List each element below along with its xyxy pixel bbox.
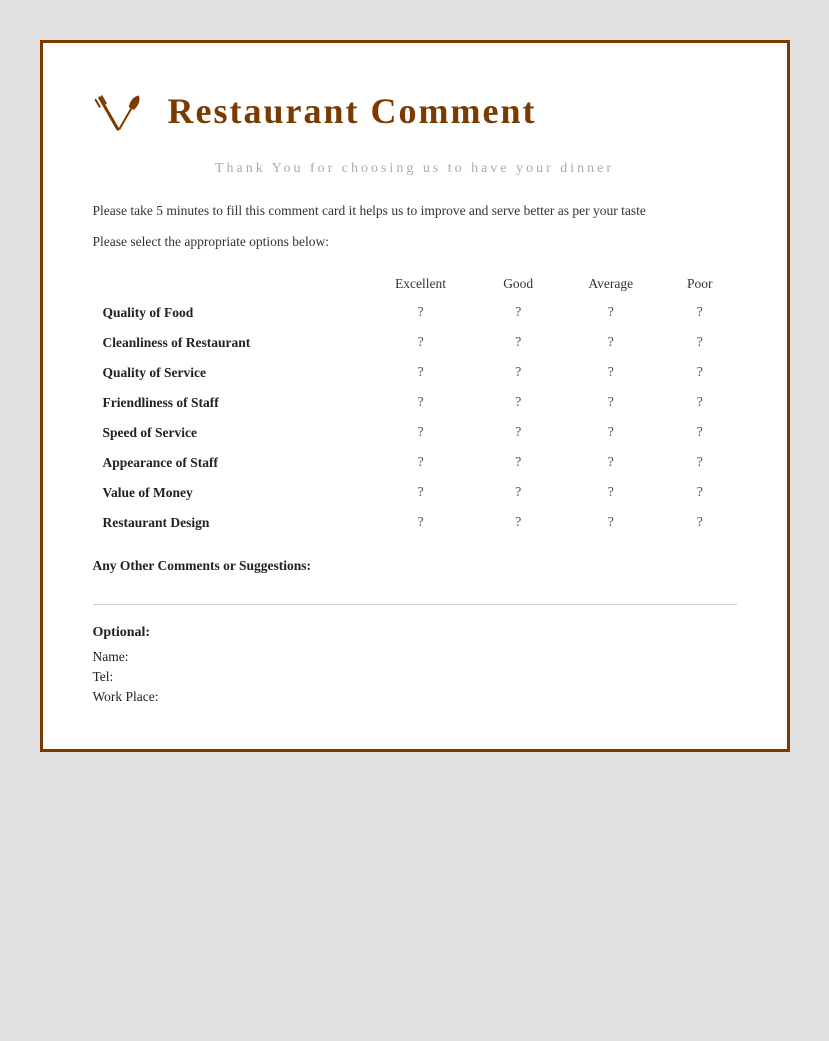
radio-cell[interactable]: ? — [363, 418, 478, 448]
optional-field: Tel: — [93, 669, 737, 685]
radio-cell[interactable]: ? — [363, 478, 478, 508]
col-good: Good — [478, 270, 559, 298]
col-average: Average — [559, 270, 663, 298]
tagline-text: Thank You for choosing us to have your d… — [93, 158, 737, 180]
radio-cell[interactable]: ? — [363, 448, 478, 478]
row-label: Quality of Food — [93, 298, 364, 328]
optional-section: Optional: Name: Tel: Work Place: — [93, 625, 737, 705]
rating-table: Excellent Good Average Poor Quality of F… — [93, 270, 737, 538]
table-row: Quality of Service???? — [93, 358, 737, 388]
table-row: Appearance of Staff???? — [93, 448, 737, 478]
page-title: Restaurant Comment — [168, 90, 537, 132]
row-label: Appearance of Staff — [93, 448, 364, 478]
radio-cell[interactable]: ? — [663, 328, 737, 358]
radio-cell[interactable]: ? — [663, 298, 737, 328]
radio-cell[interactable]: ? — [478, 478, 559, 508]
table-row: Speed of Service???? — [93, 418, 737, 448]
row-label: Speed of Service — [93, 418, 364, 448]
table-header-row: Excellent Good Average Poor — [93, 270, 737, 298]
radio-cell[interactable]: ? — [363, 388, 478, 418]
radio-cell[interactable]: ? — [478, 388, 559, 418]
radio-cell[interactable]: ? — [559, 448, 663, 478]
table-row: Value of Money???? — [93, 478, 737, 508]
radio-cell[interactable]: ? — [559, 508, 663, 538]
radio-cell[interactable]: ? — [663, 508, 737, 538]
restaurant-icon — [93, 83, 148, 138]
radio-cell[interactable]: ? — [663, 418, 737, 448]
col-category — [93, 270, 364, 298]
radio-cell[interactable]: ? — [663, 448, 737, 478]
radio-cell[interactable]: ? — [559, 298, 663, 328]
table-row: Cleanliness of Restaurant???? — [93, 328, 737, 358]
radio-cell[interactable]: ? — [478, 508, 559, 538]
radio-cell[interactable]: ? — [559, 358, 663, 388]
row-label: Value of Money — [93, 478, 364, 508]
col-poor: Poor — [663, 270, 737, 298]
comments-section: Any Other Comments or Suggestions: — [93, 558, 737, 574]
radio-cell[interactable]: ? — [663, 388, 737, 418]
intro-text: Please take 5 minutes to fill this comme… — [93, 200, 737, 222]
comments-label: Any Other Comments or Suggestions: — [93, 558, 737, 574]
optional-title: Optional: — [93, 625, 737, 641]
radio-cell[interactable]: ? — [478, 298, 559, 328]
radio-cell[interactable]: ? — [478, 328, 559, 358]
radio-cell[interactable]: ? — [363, 508, 478, 538]
radio-cell[interactable]: ? — [559, 478, 663, 508]
row-label: Friendliness of Staff — [93, 388, 364, 418]
instruction-text: Please select the appropriate options be… — [93, 234, 737, 250]
radio-cell[interactable]: ? — [559, 328, 663, 358]
radio-cell[interactable]: ? — [363, 298, 478, 328]
radio-cell[interactable]: ? — [478, 418, 559, 448]
table-row: Quality of Food???? — [93, 298, 737, 328]
radio-cell[interactable]: ? — [478, 358, 559, 388]
radio-cell[interactable]: ? — [559, 388, 663, 418]
radio-cell[interactable]: ? — [559, 418, 663, 448]
table-row: Restaurant Design???? — [93, 508, 737, 538]
optional-field: Work Place: — [93, 689, 737, 705]
comment-card: Restaurant Comment Thank You for choosin… — [40, 40, 790, 752]
table-row: Friendliness of Staff???? — [93, 388, 737, 418]
radio-cell[interactable]: ? — [663, 358, 737, 388]
row-label: Restaurant Design — [93, 508, 364, 538]
divider — [93, 604, 737, 605]
radio-cell[interactable]: ? — [363, 328, 478, 358]
row-label: Quality of Service — [93, 358, 364, 388]
radio-cell[interactable]: ? — [363, 358, 478, 388]
col-excellent: Excellent — [363, 270, 478, 298]
radio-cell[interactable]: ? — [478, 448, 559, 478]
optional-field: Name: — [93, 649, 737, 665]
row-label: Cleanliness of Restaurant — [93, 328, 364, 358]
header: Restaurant Comment — [93, 83, 737, 138]
radio-cell[interactable]: ? — [663, 478, 737, 508]
